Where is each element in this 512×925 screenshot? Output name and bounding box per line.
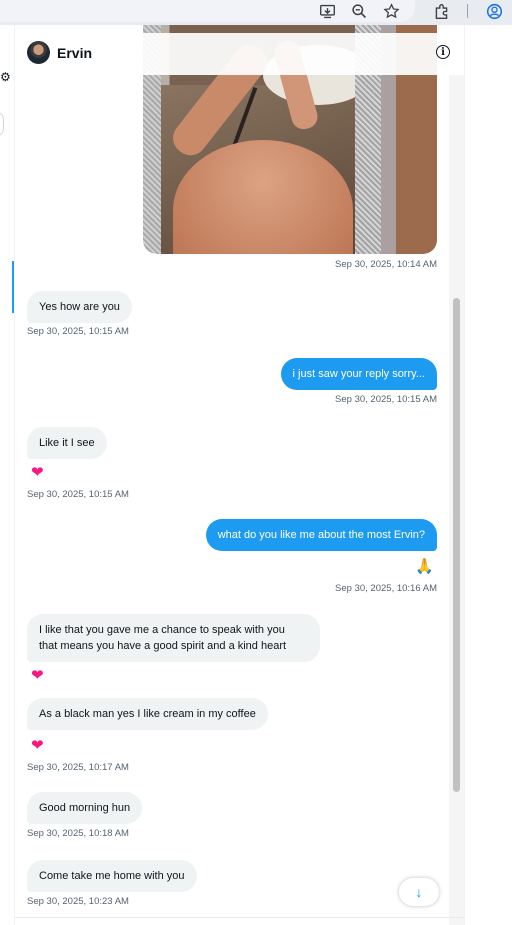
panel-divider bbox=[464, 25, 465, 925]
toolbar-separator bbox=[467, 4, 468, 18]
nav-button-edge[interactable] bbox=[0, 111, 4, 137]
contact-name[interactable]: Ervin bbox=[57, 45, 92, 61]
incoming-message-multiline[interactable]: I like that you gave me a chance to spea… bbox=[27, 614, 320, 662]
composer-divider bbox=[15, 917, 464, 918]
scroll-to-bottom-button[interactable]: ↓ bbox=[399, 878, 439, 906]
settings-icon[interactable]: ⚙ bbox=[0, 70, 11, 84]
active-indicator bbox=[12, 261, 14, 313]
incoming-message[interactable]: Like it I see bbox=[27, 427, 107, 459]
avatar[interactable] bbox=[27, 41, 50, 64]
incoming-message[interactable]: As a black man yes I like cream in my co… bbox=[27, 698, 268, 730]
heart-reaction-icon[interactable]: ❤ bbox=[31, 465, 44, 481]
message-timestamp: Sep 30, 2025, 10:15 AM bbox=[335, 394, 437, 405]
bookmark-star-icon[interactable] bbox=[381, 2, 401, 20]
message-timestamp: Sep 30, 2025, 10:16 AM bbox=[335, 583, 437, 594]
profile-icon[interactable] bbox=[484, 2, 504, 20]
message-timestamp: Sep 30, 2025, 10:15 AM bbox=[27, 326, 129, 337]
scrollbar-thumb[interactable] bbox=[453, 298, 460, 792]
message-line: I like that you gave me a chance to spea… bbox=[39, 624, 285, 636]
message-timestamp: Sep 30, 2025, 10:23 AM bbox=[27, 896, 129, 907]
extensions-icon[interactable] bbox=[431, 2, 451, 20]
incoming-message[interactable]: Come take me home with you bbox=[27, 860, 197, 892]
arrow-down-icon: ↓ bbox=[415, 884, 423, 900]
message-thread: Sep 30, 2025, 10:14 AM Yes how are you S… bbox=[15, 25, 464, 925]
message-timestamp: Sep 30, 2025, 10:17 AM bbox=[27, 762, 129, 773]
message-timestamp: Sep 30, 2025, 10:15 AM bbox=[27, 489, 129, 500]
message-timestamp: Sep 30, 2025, 10:18 AM bbox=[27, 828, 129, 839]
heart-reaction-icon[interactable]: ❤ bbox=[31, 668, 44, 684]
message-line: that means you have a good spirit and a … bbox=[39, 640, 287, 652]
conversation-header: Ervin i bbox=[15, 33, 464, 75]
info-icon[interactable]: i bbox=[436, 45, 450, 59]
heart-reaction-icon[interactable]: ❤ bbox=[31, 738, 44, 754]
install-icon[interactable] bbox=[317, 2, 337, 20]
incoming-message[interactable]: Yes how are you bbox=[27, 291, 132, 323]
message-timestamp: Sep 30, 2025, 10:14 AM bbox=[335, 259, 437, 270]
outgoing-message[interactable]: what do you like me about the most Ervin… bbox=[205, 519, 437, 551]
pray-reaction-icon[interactable]: 🙏 bbox=[415, 559, 434, 575]
outgoing-message[interactable]: i just saw your reply sorry... bbox=[280, 358, 437, 390]
incoming-message[interactable]: Good morning hun bbox=[27, 792, 143, 824]
browser-toolbar bbox=[0, 0, 512, 25]
zoom-icon[interactable] bbox=[349, 2, 369, 20]
side-nav-edge: ⚙ bbox=[0, 25, 15, 925]
